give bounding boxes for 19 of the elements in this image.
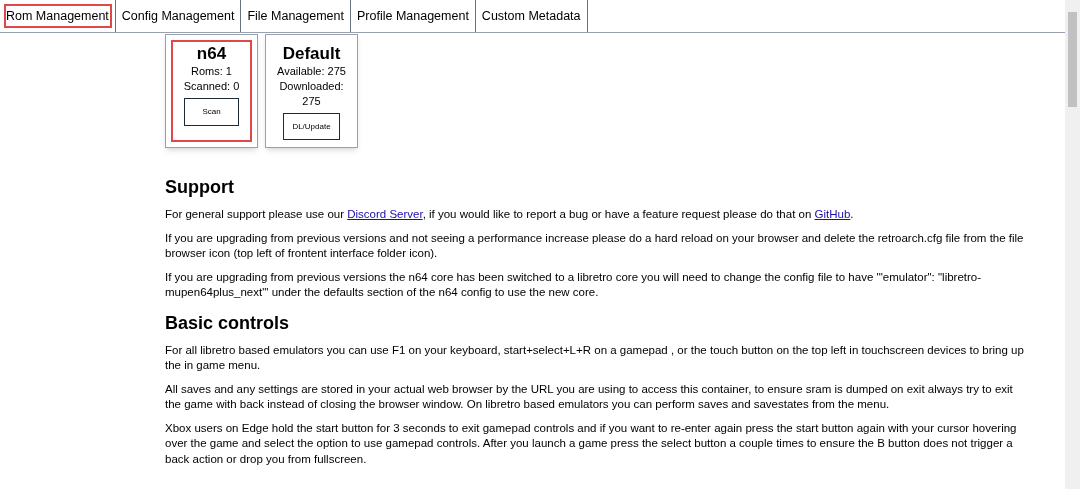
- paragraph: All saves and any settings are stored in your actual web browser by the URL you are using to access this container, to ensure sram is dumped on exit always try to exit the game with back instead of closing the browser window. On libretro based emulators you can perform saves and savestates from the menu.: [165, 381, 1014, 412]
- card-stat: Available: 275: [277, 64, 346, 79]
- link[interactable]: Discord Server: [347, 208, 423, 220]
- paragraph: If you are upgrading from previous versions the n64 core has been switched to a libretro core you will need to change the config file to have '"emulator": "libretro-mupen64plus_next"' under the defaults section of the n64 config to use the new core.: [165, 269, 983, 300]
- paragraph: Xbox users on Edge hold the start button for 3 seconds to exit gamepad controls and if you want to re-enter again press the start button again with your cursor hovering over the game and select the option to use gamepad controls. After you launch a game press the select button a couple times to ensure the B button does not trigger a back action or drop you from fullscreen.: [165, 420, 1018, 467]
- section-heading: Basic controls: [165, 311, 291, 335]
- paragraph: If you are upgrading from previous versions and not seeing a performance increase please do a hard reload on your browser and delete the retroarch.cfg file from the file browser icon (top left of frontent interface folder icon).: [165, 230, 1025, 261]
- card-button[interactable]: DL/Update: [283, 113, 340, 140]
- card-stat: Roms: 1: [191, 64, 232, 79]
- card-title: Default: [282, 44, 341, 64]
- scrollbar-thumb[interactable]: [1068, 12, 1077, 107]
- scrollbar[interactable]: [1065, 0, 1080, 489]
- card-title: n64: [196, 44, 227, 64]
- paragraph: For general support please use our Discord Server, if you would like to report a bug or have a feature request please do that on GitHub.: [165, 207, 855, 222]
- card-button[interactable]: Scan: [184, 98, 239, 126]
- card-stat: Scanned: 0: [183, 79, 240, 94]
- card-stat: Downloaded: 275: [278, 79, 345, 109]
- section-heading: Support: [165, 176, 235, 199]
- paragraph: For all libretro based emulators you can use F1 on your keyboard, start+select+L+R on a gamepad , or the touch button on the top left in touchscreen devices to bring up the in game menu.: [165, 342, 1025, 373]
